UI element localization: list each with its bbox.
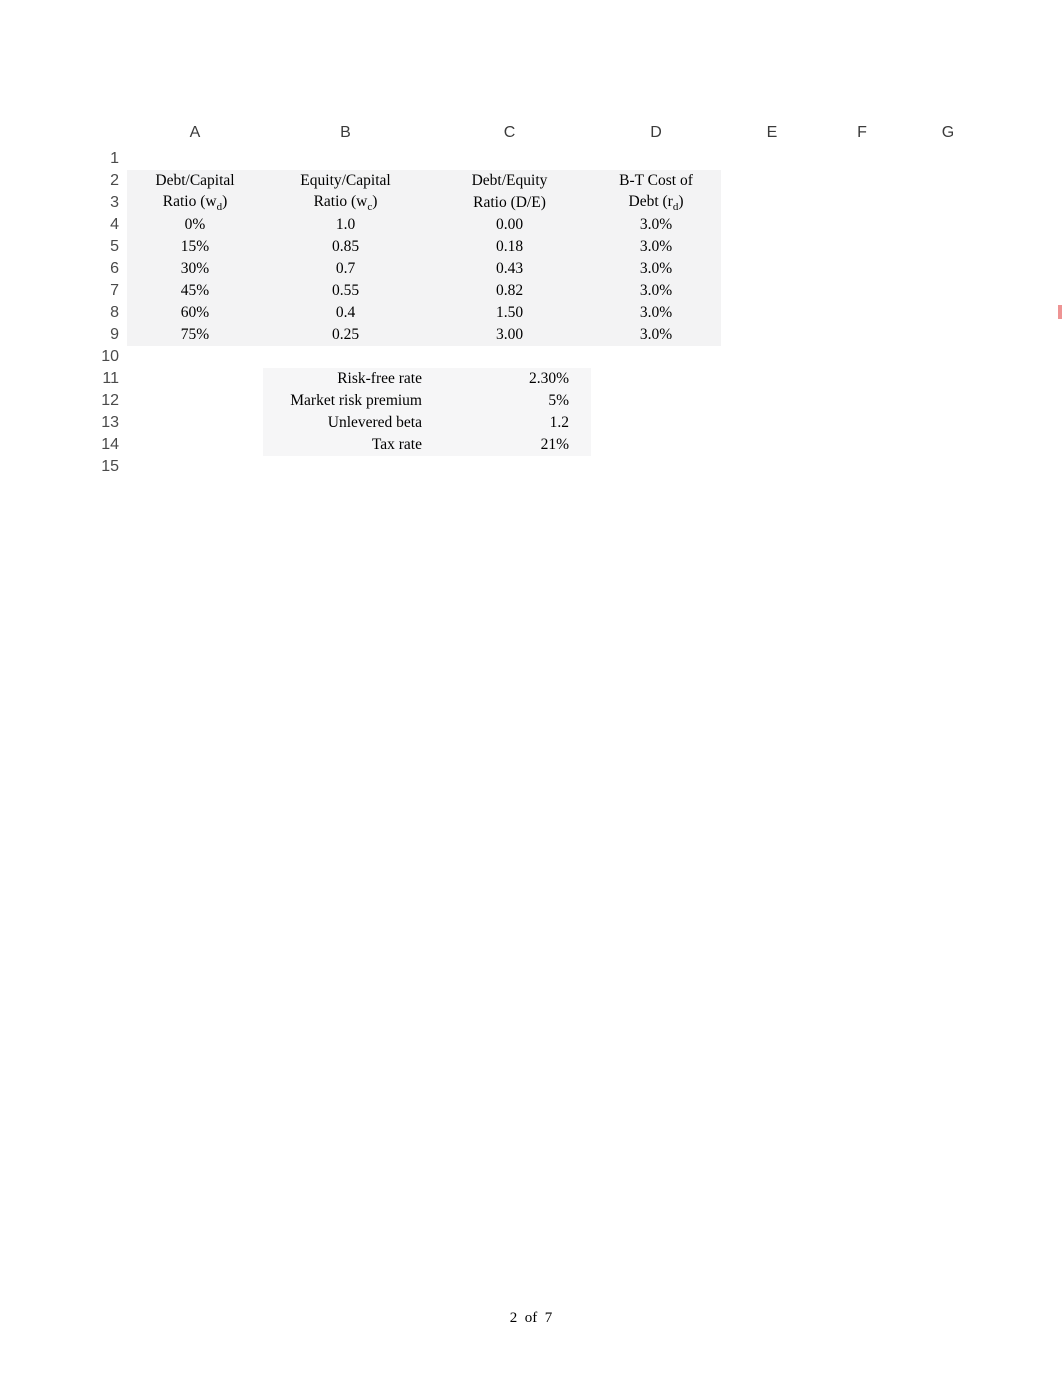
- table-header-cell: Ratio (D/E): [428, 192, 591, 214]
- table-header-cell: Debt/Equity: [428, 170, 591, 192]
- assumption-value: 5%: [428, 390, 591, 412]
- footer-of: of: [525, 1310, 538, 1326]
- col-header: E: [721, 120, 823, 148]
- table-cell: 0.85: [263, 236, 428, 258]
- table-cell: 45%: [127, 280, 263, 302]
- table-cell: 30%: [127, 258, 263, 280]
- table-cell: 0%: [127, 214, 263, 236]
- col-header: G: [901, 120, 995, 148]
- page-footer: 2 of 7: [0, 1310, 1062, 1327]
- row-number: 11: [95, 368, 127, 390]
- table-cell: 3.0%: [591, 280, 721, 302]
- table-cell: 0.55: [263, 280, 428, 302]
- row-number: 6: [95, 258, 127, 280]
- page-edge-marker: [1058, 305, 1062, 319]
- assumption-value: 2.30%: [428, 368, 591, 390]
- table-cell: 60%: [127, 302, 263, 324]
- table-cell: 3.0%: [591, 302, 721, 324]
- col-header: C: [428, 120, 591, 148]
- table-header-cell: Debt (rd): [591, 192, 721, 214]
- assumption-label: Unlevered beta: [263, 412, 428, 434]
- footer-page: 2: [510, 1310, 518, 1326]
- col-header: D: [591, 120, 721, 148]
- table-cell: 3.0%: [591, 258, 721, 280]
- col-header: F: [823, 120, 901, 148]
- table-cell: 3.0%: [591, 236, 721, 258]
- hdr-text: Debt (r: [629, 193, 673, 210]
- col-header: B: [263, 120, 428, 148]
- row-number: 13: [95, 412, 127, 434]
- table-cell: 75%: [127, 324, 263, 346]
- row-number: 9: [95, 324, 127, 346]
- table-cell: 0.7: [263, 258, 428, 280]
- footer-total: 7: [545, 1310, 553, 1326]
- table-cell: 0.18: [428, 236, 591, 258]
- table-header-cell: Ratio (wc): [263, 192, 428, 214]
- hdr-text: ): [372, 193, 377, 210]
- spreadsheet-region: A B C D E F G 1 2 Debt/Capital Equity/Ca…: [95, 120, 995, 478]
- row-number: 3: [95, 192, 127, 214]
- table-cell: 3.0%: [591, 324, 721, 346]
- table-cell: 15%: [127, 236, 263, 258]
- row-number: 5: [95, 236, 127, 258]
- table-header-cell: Ratio (wd): [127, 192, 263, 214]
- hdr-text: Ratio (w: [163, 193, 217, 210]
- table-cell: 1.50: [428, 302, 591, 324]
- row-number: 7: [95, 280, 127, 302]
- assumption-label: Tax rate: [263, 434, 428, 456]
- spreadsheet-table: A B C D E F G 1 2 Debt/Capital Equity/Ca…: [95, 120, 995, 478]
- hdr-text: ): [678, 193, 683, 210]
- table-cell: 0.25: [263, 324, 428, 346]
- row-number: 1: [95, 148, 127, 170]
- assumption-value: 1.2: [428, 412, 591, 434]
- column-header-row: A B C D E F G: [95, 120, 995, 148]
- table-cell: 0.43: [428, 258, 591, 280]
- table-cell: 0.00: [428, 214, 591, 236]
- row-number: 4: [95, 214, 127, 236]
- assumption-label: Market risk premium: [263, 390, 428, 412]
- assumption-label: Risk-free rate: [263, 368, 428, 390]
- table-cell: 1.0: [263, 214, 428, 236]
- table-cell: 0.82: [428, 280, 591, 302]
- col-header: A: [127, 120, 263, 148]
- row-number: 15: [95, 456, 127, 478]
- hdr-text: Ratio (w: [314, 193, 368, 210]
- table-cell: 3.0%: [591, 214, 721, 236]
- row-number: 10: [95, 346, 127, 368]
- table-header-cell: Debt/Capital: [127, 170, 263, 192]
- row-number: 12: [95, 390, 127, 412]
- row-number: 2: [95, 170, 127, 192]
- table-header-cell: B-T Cost of: [591, 170, 721, 192]
- table-cell: 0.4: [263, 302, 428, 324]
- row-number: 8: [95, 302, 127, 324]
- assumption-value: 21%: [428, 434, 591, 456]
- row-number: 14: [95, 434, 127, 456]
- table-cell: 3.00: [428, 324, 591, 346]
- table-header-cell: Equity/Capital: [263, 170, 428, 192]
- hdr-text: ): [222, 193, 227, 210]
